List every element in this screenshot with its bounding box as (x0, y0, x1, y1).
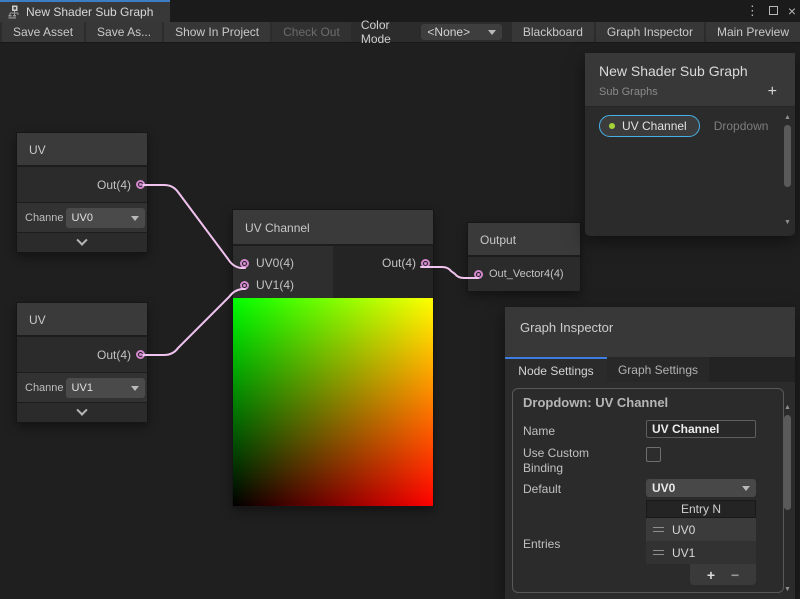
property-pill-uv-channel[interactable]: UV Channel (599, 115, 700, 137)
edge-uv2-to-uv1 (143, 289, 245, 355)
default-dropdown[interactable]: UV0 (646, 479, 756, 497)
tab-node-settings[interactable]: Node Settings (505, 357, 607, 382)
blackboard-title: New Shader Sub Graph (599, 63, 783, 79)
uv-gradient-preview (233, 298, 433, 506)
property-type-label: Dropdown (714, 119, 769, 133)
entry-row-uv0[interactable]: UV0 (646, 518, 756, 541)
blackboard-subtitle: Sub Graphs (599, 86, 768, 98)
channel-dropdown[interactable]: UV0 (66, 208, 145, 228)
entries-column-header: Entry N (646, 500, 756, 518)
blackboard-panel[interactable]: New Shader Sub Graph Sub Graphs + UV Cha… (585, 53, 795, 235)
node-title: UV (17, 303, 147, 337)
tab-graph-settings[interactable]: Graph Settings (607, 357, 709, 382)
output-port[interactable] (421, 259, 430, 268)
input-port[interactable] (474, 270, 483, 279)
edge-uv1-to-uv0 (143, 185, 245, 268)
node-title: Output (468, 223, 580, 257)
port-label: Out(4) (97, 348, 131, 362)
name-field[interactable]: UV Channel (646, 420, 756, 438)
port-label: Out(4) (97, 178, 131, 192)
exposed-dot-icon (609, 123, 615, 129)
port-label: UV1(4) (256, 278, 294, 292)
name-label: Name (523, 424, 555, 438)
document-tab[interactable]: New Shader Sub Graph (0, 0, 170, 22)
scroll-down-icon[interactable]: ▼ (784, 218, 791, 228)
inspector-scrollbar[interactable]: ▲ ▼ (782, 403, 793, 595)
close-icon[interactable]: × (788, 4, 796, 18)
input-port-uv1[interactable] (240, 281, 249, 290)
check-out-button: Check Out (272, 22, 351, 42)
chevron-down-icon (131, 216, 139, 221)
scroll-up-icon[interactable]: ▲ (784, 403, 791, 413)
shader-sub-graph-icon (6, 5, 20, 19)
chevron-down-icon (742, 486, 750, 491)
blackboard-body: UV Channel Dropdown ▲ ▼ (585, 107, 795, 236)
color-mode-dropdown[interactable]: <None> (421, 24, 501, 40)
add-property-button[interactable]: + (768, 86, 783, 98)
scroll-down-icon[interactable]: ▼ (784, 585, 791, 595)
save-as-button[interactable]: Save As... (86, 22, 162, 42)
output-node[interactable]: Output Out_Vector4(4) (468, 223, 580, 291)
remove-entry-button[interactable]: − (731, 568, 739, 582)
uv-node-1[interactable]: UV Out(4) Channe UV0 (17, 133, 147, 252)
scrollbar-thumb[interactable] (784, 125, 791, 187)
node-settings-section: Dropdown: UV Channel Name UV Channel Use… (512, 388, 784, 593)
node-title: UV Channel (233, 210, 433, 246)
use-custom-binding-checkbox[interactable] (646, 447, 661, 462)
use-custom-binding-label: Use Custom Binding (523, 446, 628, 476)
drag-handle-icon[interactable] (653, 527, 664, 532)
toolbar: Save Asset Save As... Show In Project Ch… (0, 22, 800, 43)
save-asset-button[interactable]: Save Asset (2, 22, 84, 42)
port-label: Out_Vector4(4) (489, 268, 564, 280)
chevron-down-icon (76, 404, 87, 415)
channel-dropdown[interactable]: UV1 (66, 378, 145, 398)
port-label: Out(4) (382, 256, 416, 270)
entries-label: Entries (523, 537, 560, 551)
main-preview-toggle-button[interactable]: Main Preview (706, 22, 800, 42)
inspector-title: Graph Inspector (505, 307, 795, 357)
graph-canvas[interactable]: UV Out(4) Channe UV0 UV Out(4) (0, 43, 800, 599)
drag-handle-icon[interactable] (653, 550, 664, 555)
shader-graph-window: New Shader Sub Graph ⋮ × Save Asset Save… (0, 0, 800, 599)
property-row: UV Channel Dropdown (585, 107, 795, 137)
tab-title: New Shader Sub Graph (26, 5, 153, 19)
chevron-down-icon (76, 234, 87, 245)
window-controls: ⋮ × (746, 0, 796, 22)
chevron-down-icon (488, 30, 496, 35)
window-menu-icon[interactable]: ⋮ (746, 3, 759, 19)
collapse-previews-button[interactable] (17, 232, 147, 252)
add-entry-button[interactable]: + (707, 568, 715, 582)
graph-inspector-panel[interactable]: Graph Inspector Node Settings Graph Sett… (505, 307, 795, 599)
section-title: Dropdown: UV Channel (523, 395, 668, 410)
show-in-project-button[interactable]: Show In Project (164, 22, 270, 42)
scrollbar-thumb[interactable] (784, 415, 791, 510)
port-label: UV0(4) (256, 256, 294, 270)
chevron-down-icon (131, 386, 139, 391)
entries-list-footer: + − (690, 564, 756, 585)
maximize-icon[interactable] (769, 2, 778, 20)
node-title: UV (17, 133, 147, 167)
collapse-previews-button[interactable] (17, 402, 147, 422)
entry-row-uv1[interactable]: UV1 (646, 541, 756, 564)
blackboard-header: New Shader Sub Graph Sub Graphs + (585, 53, 795, 107)
color-mode-label: Color Mode (353, 22, 420, 42)
channel-label: Channe (25, 212, 64, 224)
graph-inspector-toggle-button[interactable]: Graph Inspector (596, 22, 704, 42)
inspector-tabs: Node Settings Graph Settings (505, 357, 795, 382)
output-port[interactable] (136, 180, 145, 189)
uv-channel-node[interactable]: UV Channel UV0(4) UV1(4) Out(4) (233, 210, 433, 506)
blackboard-scrollbar[interactable]: ▲ ▼ (782, 113, 793, 228)
default-label: Default (523, 482, 561, 496)
blackboard-toggle-button[interactable]: Blackboard (512, 22, 594, 42)
input-port-uv0[interactable] (240, 259, 249, 268)
output-port[interactable] (136, 350, 145, 359)
channel-label: Channe (25, 382, 64, 394)
uv-node-2[interactable]: UV Out(4) Channe UV1 (17, 303, 147, 422)
scroll-up-icon[interactable]: ▲ (784, 113, 791, 123)
